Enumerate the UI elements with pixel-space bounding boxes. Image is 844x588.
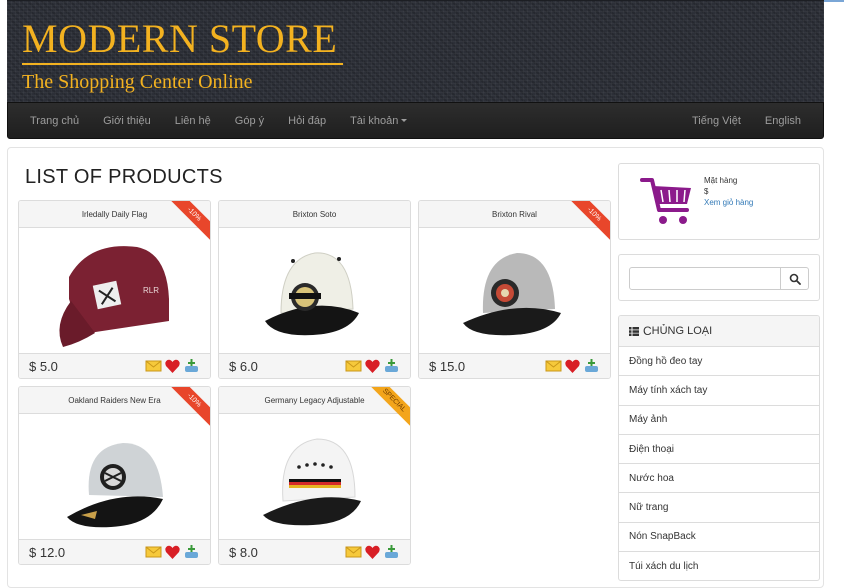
product-price: $ 8.0 [229, 545, 258, 560]
title-underline [22, 63, 343, 65]
nav-item-feedback[interactable]: Góp ý [223, 115, 276, 127]
product-price: $ 6.0 [229, 359, 258, 374]
nav-item-account-label: Tài khoản [350, 114, 399, 127]
search-widget [618, 254, 820, 301]
search-icon [789, 273, 801, 285]
product-card[interactable]: Oakland Raiders New Era -10% $ 12.0 [18, 386, 211, 565]
add-to-cart-icon[interactable] [383, 544, 400, 560]
product-image[interactable]: RLR [19, 229, 210, 353]
product-actions [345, 358, 400, 374]
product-footer: $ 12.0 [19, 539, 210, 564]
search-button[interactable] [780, 267, 809, 290]
nav-item-home[interactable]: Trang chủ [18, 115, 91, 127]
add-to-cart-icon[interactable] [183, 544, 200, 560]
cart-total: $ [704, 187, 709, 196]
product-card[interactable]: Brixton Rival -10% $ 15.0 [418, 200, 611, 379]
category-item-travel-bags[interactable]: Túi xách du lịch [619, 552, 819, 580]
nav-item-about[interactable]: Giới thiệu [91, 115, 163, 127]
category-item-cameras[interactable]: Máy ảnh [619, 406, 819, 435]
nav-item-account-dropdown[interactable]: Tài khoản [338, 115, 419, 127]
heart-icon[interactable] [164, 544, 181, 560]
category-item-perfume[interactable]: Nước hoa [619, 464, 819, 494]
category-heading-initial: C [643, 324, 652, 338]
nav-left-group: Trang chủ Giới thiệu Liên hệ Góp ý Hỏi đ… [18, 103, 419, 138]
product-actions [145, 544, 200, 560]
category-item-laptops[interactable]: Máy tính xách tay [619, 376, 819, 406]
list-icon [629, 326, 639, 336]
product-footer: $ 8.0 [219, 539, 410, 564]
add-to-cart-icon[interactable] [383, 358, 400, 374]
nav-item-faq[interactable]: Hỏi đáp [276, 115, 338, 127]
product-image[interactable] [219, 415, 410, 539]
product-price: $ 12.0 [29, 545, 66, 560]
mail-icon[interactable] [145, 544, 162, 560]
category-item-watches[interactable]: Đồng hồ đeo tay [619, 347, 819, 377]
product-card[interactable]: Irledally Daily Flag -10% RLR $ 5.0 [18, 200, 211, 379]
cart-items-label: Mặt hàng [704, 176, 738, 185]
lang-english[interactable]: English [753, 115, 813, 127]
product-image[interactable] [19, 415, 210, 539]
cart-summary: Mặt hàng $ Xem giỏ hàng [704, 175, 753, 208]
nav-item-contact[interactable]: Liên hệ [163, 115, 223, 127]
lang-vietnamese[interactable]: Tiếng Việt [680, 115, 753, 127]
product-actions [545, 358, 600, 374]
heart-icon[interactable] [164, 358, 181, 374]
svg-text:RLR: RLR [143, 286, 159, 295]
product-footer: $ 6.0 [219, 353, 410, 378]
category-item-snapback[interactable]: Nón SnapBack [619, 523, 819, 553]
product-actions [145, 358, 200, 374]
add-to-cart-icon[interactable] [183, 358, 200, 374]
category-widget: C HỦNG LOẠI Đồng hồ đeo tay Máy tính xách… [618, 315, 820, 581]
product-image[interactable] [219, 229, 410, 353]
product-card[interactable]: Brixton Soto $ 6.0 [218, 200, 411, 379]
product-price: $ 15.0 [429, 359, 466, 374]
nav-right-group: Tiếng Việt English [680, 103, 813, 138]
product-name[interactable]: Brixton Soto [219, 201, 410, 228]
category-heading: C HỦNG LOẠI [619, 316, 819, 347]
shopping-cart-icon[interactable] [639, 174, 695, 230]
window-edge [824, 0, 844, 2]
product-footer: $ 5.0 [19, 353, 210, 378]
site-title[interactable]: MODERN STORE [22, 18, 337, 60]
mail-icon[interactable] [545, 358, 562, 374]
add-to-cart-icon[interactable] [583, 358, 600, 374]
caret-down-icon [401, 119, 408, 123]
heart-icon[interactable] [364, 358, 381, 374]
product-image[interactable] [419, 229, 610, 353]
category-heading-rest: HỦNG LOẠI [651, 325, 713, 337]
product-price: $ 5.0 [29, 359, 58, 374]
view-cart-link[interactable]: Xem giỏ hàng [704, 197, 753, 208]
main-navbar: Trang chủ Giới thiệu Liên hệ Góp ý Hỏi đ… [7, 102, 824, 139]
mail-icon[interactable] [345, 544, 362, 560]
heart-icon[interactable] [564, 358, 581, 374]
category-item-jewelry[interactable]: Nữ trang [619, 493, 819, 523]
product-card[interactable]: Germany Legacy Adjustable SPECIAL $ 8.0 [218, 386, 411, 565]
product-actions [345, 544, 400, 560]
search-input[interactable] [629, 267, 781, 290]
mail-icon[interactable] [145, 358, 162, 374]
product-footer: $ 15.0 [419, 353, 610, 378]
page-title: LIST OF PRODUCTS [25, 166, 223, 188]
site-subtitle: The Shopping Center Online [22, 71, 253, 93]
mail-icon[interactable] [345, 358, 362, 374]
cart-widget: Mặt hàng $ Xem giỏ hàng [618, 163, 820, 240]
heart-icon[interactable] [364, 544, 381, 560]
header-banner: MODERN STORE The Shopping Center Online [7, 0, 824, 102]
category-item-phones[interactable]: Điện thoại [619, 435, 819, 465]
